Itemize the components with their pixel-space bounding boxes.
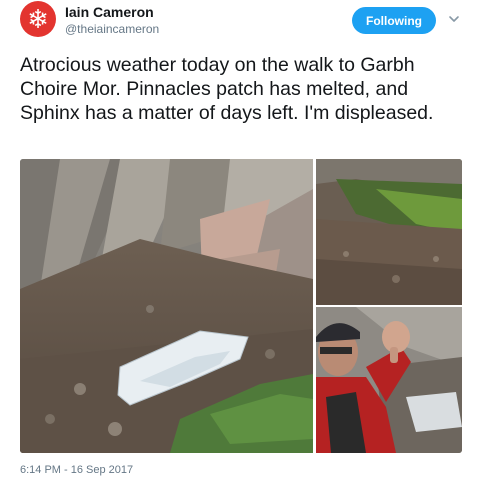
snow-patch-on-scree-photo[interactable] [20,159,313,453]
snowflake-icon: ❄ [27,4,49,34]
author-handle[interactable]: @theiaincameron [65,22,159,36]
following-button[interactable]: Following [352,7,436,34]
media-grid [20,159,462,453]
grassy-slope-photo[interactable] [316,159,462,305]
chevron-down-icon[interactable] [447,12,461,26]
author-name[interactable]: Iain Cameron [65,4,154,20]
tweet-card: ❄ Iain Cameron @theiaincameron Following… [0,0,480,480]
avatar[interactable]: ❄ [20,1,56,37]
thumbs-down-selfie-photo[interactable] [316,307,462,453]
tweet-text: Atrocious weather today on the walk to G… [20,54,434,124]
tweet-timestamp[interactable]: 6:14 PM - 16 Sep 2017 [20,464,133,476]
